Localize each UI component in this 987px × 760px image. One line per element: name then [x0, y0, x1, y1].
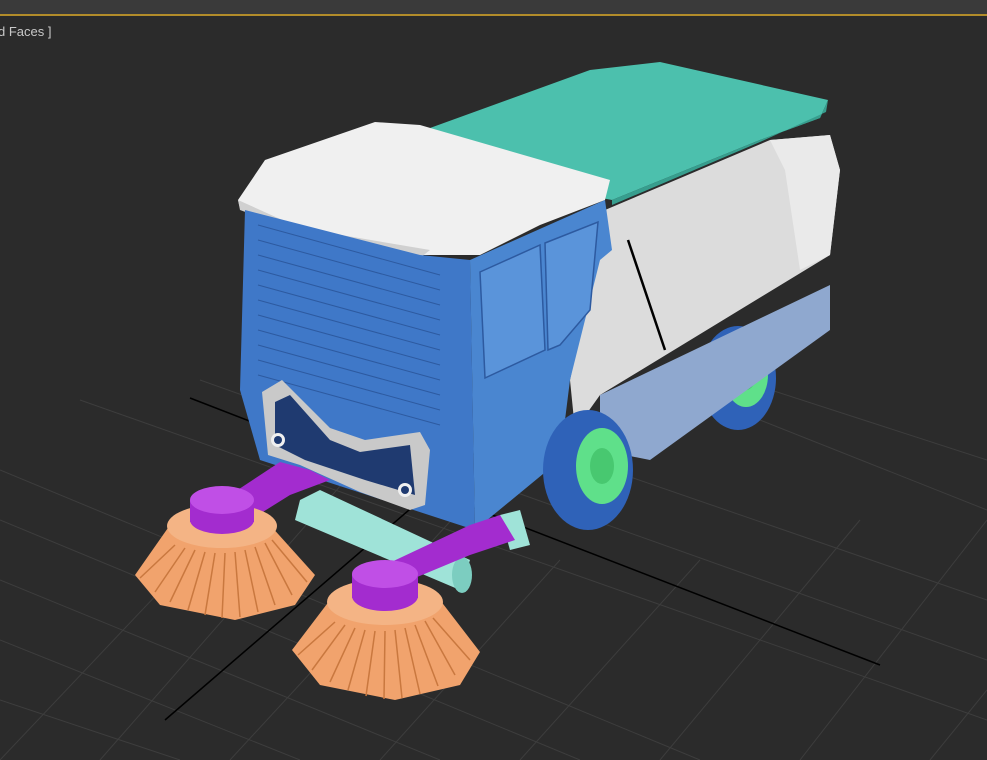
viewport-top-bar: [0, 0, 987, 16]
brush-left[interactable]: [135, 486, 315, 620]
perspective-viewport[interactable]: d Faces ]: [0, 16, 987, 760]
sweeper-truck-model[interactable]: [135, 62, 840, 700]
viewport-canvas: [0, 62, 987, 760]
front-wheel[interactable]: [543, 410, 633, 530]
